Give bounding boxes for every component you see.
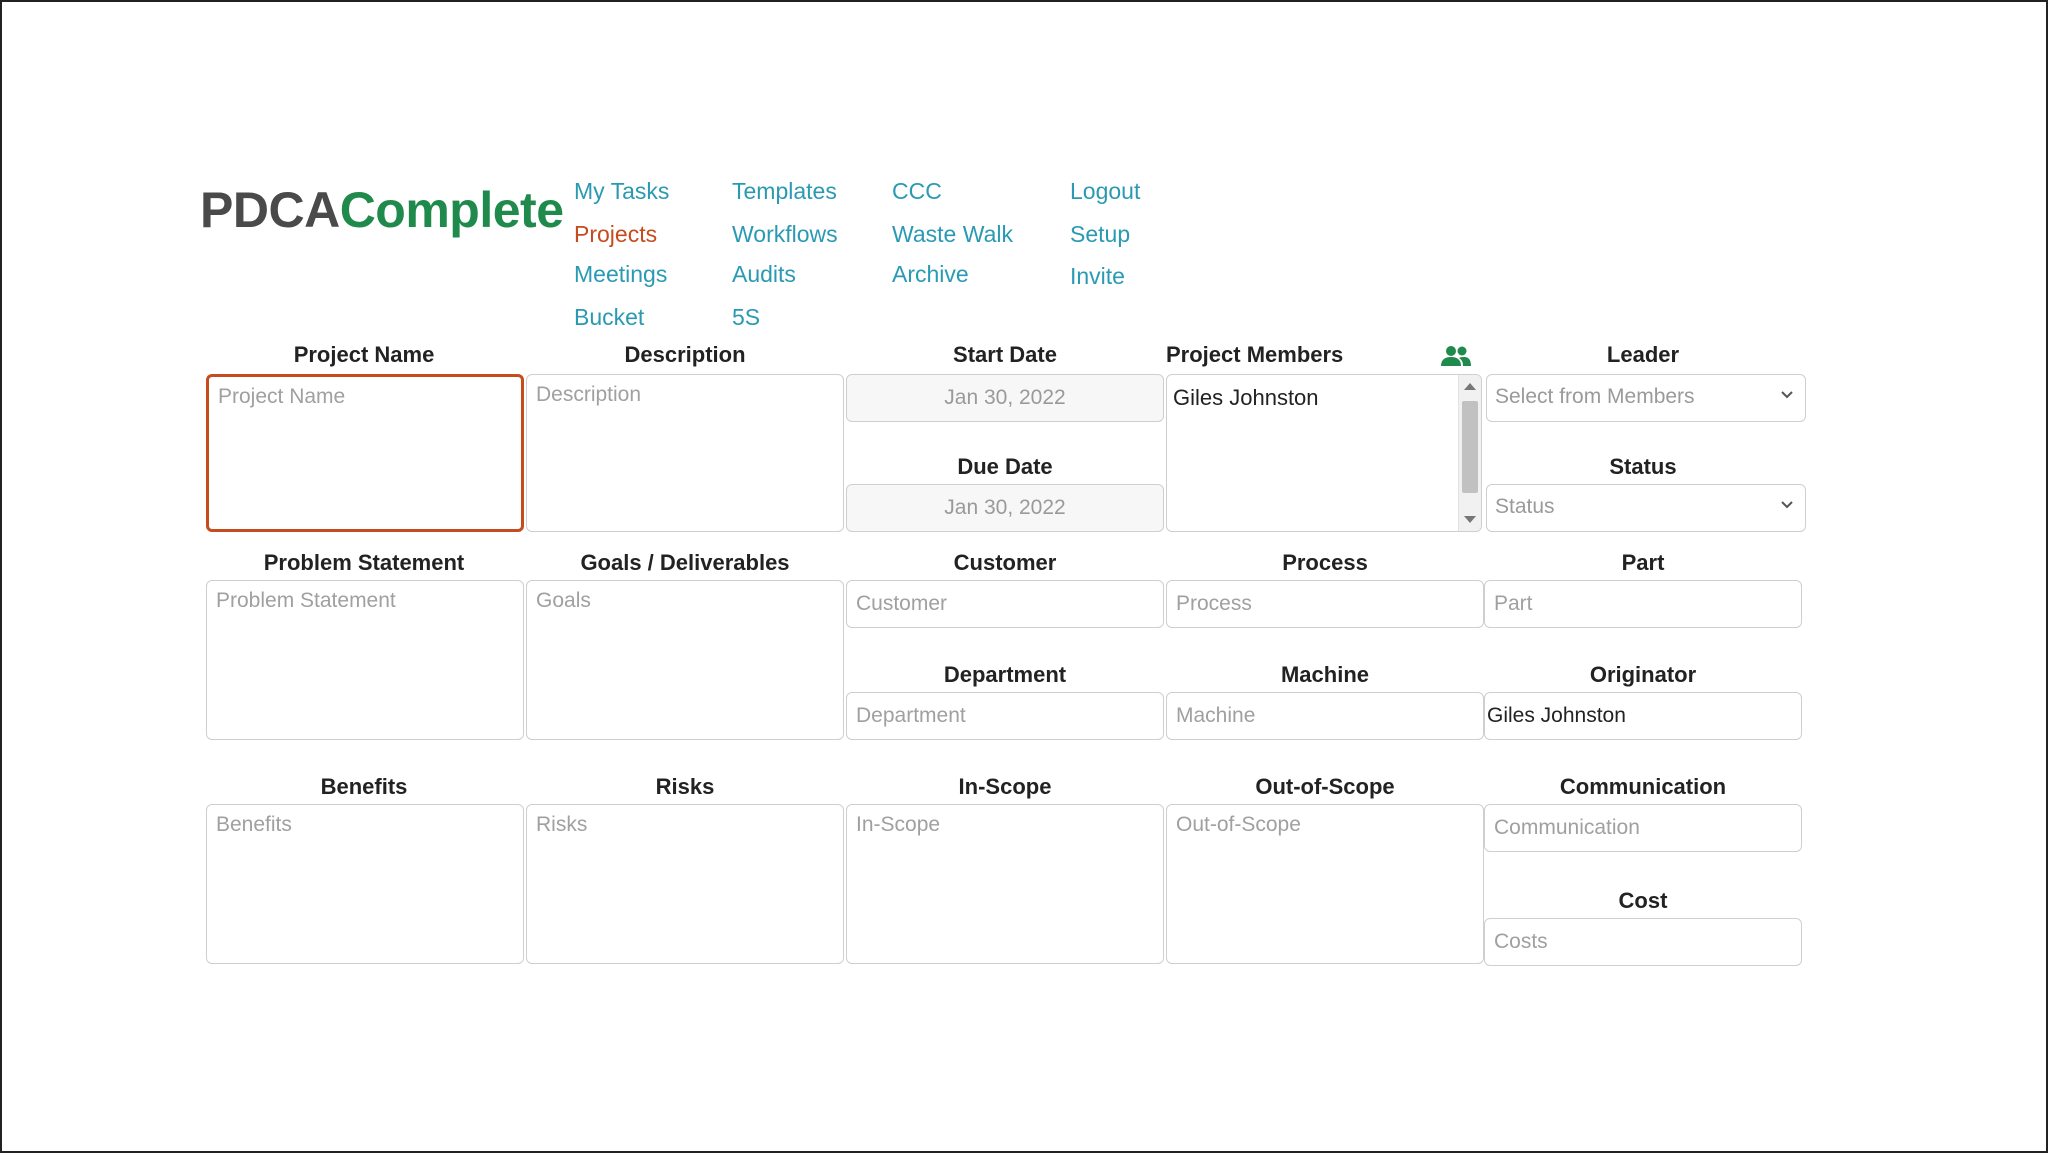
due-date-label: Due Date [957, 454, 1053, 479]
process-input[interactable] [1166, 580, 1484, 628]
cost-label: Cost [1618, 888, 1668, 913]
members-scrollbar[interactable] [1458, 375, 1481, 531]
originator-label: Originator [1589, 662, 1697, 687]
customer-label: Customer [953, 550, 1057, 575]
out-of-scope-label: Out-of-Scope [1255, 774, 1395, 799]
communication-input[interactable] [1484, 804, 1802, 852]
scroll-thumb[interactable] [1462, 401, 1478, 493]
project-name-input[interactable] [206, 374, 524, 532]
nav-logout[interactable]: Logout [1070, 178, 1140, 205]
logo-text-complete: Complete [339, 182, 564, 238]
nav-5s[interactable]: 5S [732, 304, 760, 331]
risks-input[interactable] [526, 804, 844, 964]
window-frame [0, 0, 2048, 1153]
status-select[interactable]: Status [1486, 484, 1806, 532]
nav-ccc[interactable]: CCC [892, 178, 942, 205]
department-input[interactable] [846, 692, 1164, 740]
department-label: Department [943, 662, 1067, 687]
customer-input[interactable] [846, 580, 1164, 628]
goals-input[interactable] [526, 580, 844, 740]
scroll-down-icon[interactable] [1464, 516, 1476, 523]
out-of-scope-input[interactable] [1166, 804, 1484, 964]
in-scope-input[interactable] [846, 804, 1164, 964]
project-name-label: Project Name [293, 342, 435, 367]
nav-bucket[interactable]: Bucket [574, 304, 644, 331]
communication-label: Communication [1559, 774, 1727, 799]
in-scope-label: In-Scope [958, 774, 1052, 799]
description-label: Description [624, 342, 746, 367]
due-date-input[interactable] [846, 484, 1164, 532]
nav-my-tasks[interactable]: My Tasks [574, 178, 669, 205]
machine-input[interactable] [1166, 692, 1484, 740]
goals-label: Goals / Deliverables [580, 550, 790, 575]
status-select-value: Status [1495, 495, 1555, 518]
start-date-label: Start Date [953, 342, 1057, 367]
status-label: Status [1609, 454, 1677, 479]
originator-input[interactable] [1484, 692, 1802, 740]
leader-select[interactable]: Select from Members [1486, 374, 1806, 422]
chevron-down-icon [1781, 501, 1793, 509]
logo-text-pdca: PDCA [200, 182, 340, 238]
app-logo: PDCAComplete [200, 180, 564, 240]
nav-audits[interactable]: Audits [732, 261, 796, 288]
member-item[interactable]: Giles Johnston [1173, 385, 1319, 411]
nav-workflows[interactable]: Workflows [732, 221, 838, 248]
part-input[interactable] [1484, 580, 1802, 628]
problem-statement-input[interactable] [206, 580, 524, 740]
nav-waste-walk[interactable]: Waste Walk [892, 221, 1013, 248]
problem-statement-label: Problem Statement [263, 550, 465, 575]
benefits-input[interactable] [206, 804, 524, 964]
chevron-down-icon [1781, 391, 1793, 399]
part-label: Part [1621, 550, 1665, 575]
start-date-input[interactable] [846, 374, 1164, 422]
machine-label: Machine [1280, 662, 1370, 687]
project-members-label: Project Members [1166, 342, 1344, 367]
nav-invite[interactable]: Invite [1070, 263, 1125, 290]
project-members-list[interactable]: Giles Johnston [1166, 374, 1482, 532]
scroll-up-icon[interactable] [1464, 383, 1476, 390]
benefits-label: Benefits [320, 774, 408, 799]
leader-select-value: Select from Members [1495, 385, 1695, 408]
description-input[interactable] [526, 374, 844, 532]
nav-projects[interactable]: Projects [574, 221, 657, 248]
risks-label: Risks [655, 774, 715, 799]
cost-input[interactable] [1484, 918, 1802, 966]
nav-setup[interactable]: Setup [1070, 221, 1130, 248]
people-icon[interactable] [1440, 344, 1472, 368]
nav-templates[interactable]: Templates [732, 178, 837, 205]
nav-meetings[interactable]: Meetings [574, 261, 667, 288]
nav-archive[interactable]: Archive [892, 261, 969, 288]
process-label: Process [1282, 550, 1368, 575]
leader-label: Leader [1606, 342, 1680, 367]
